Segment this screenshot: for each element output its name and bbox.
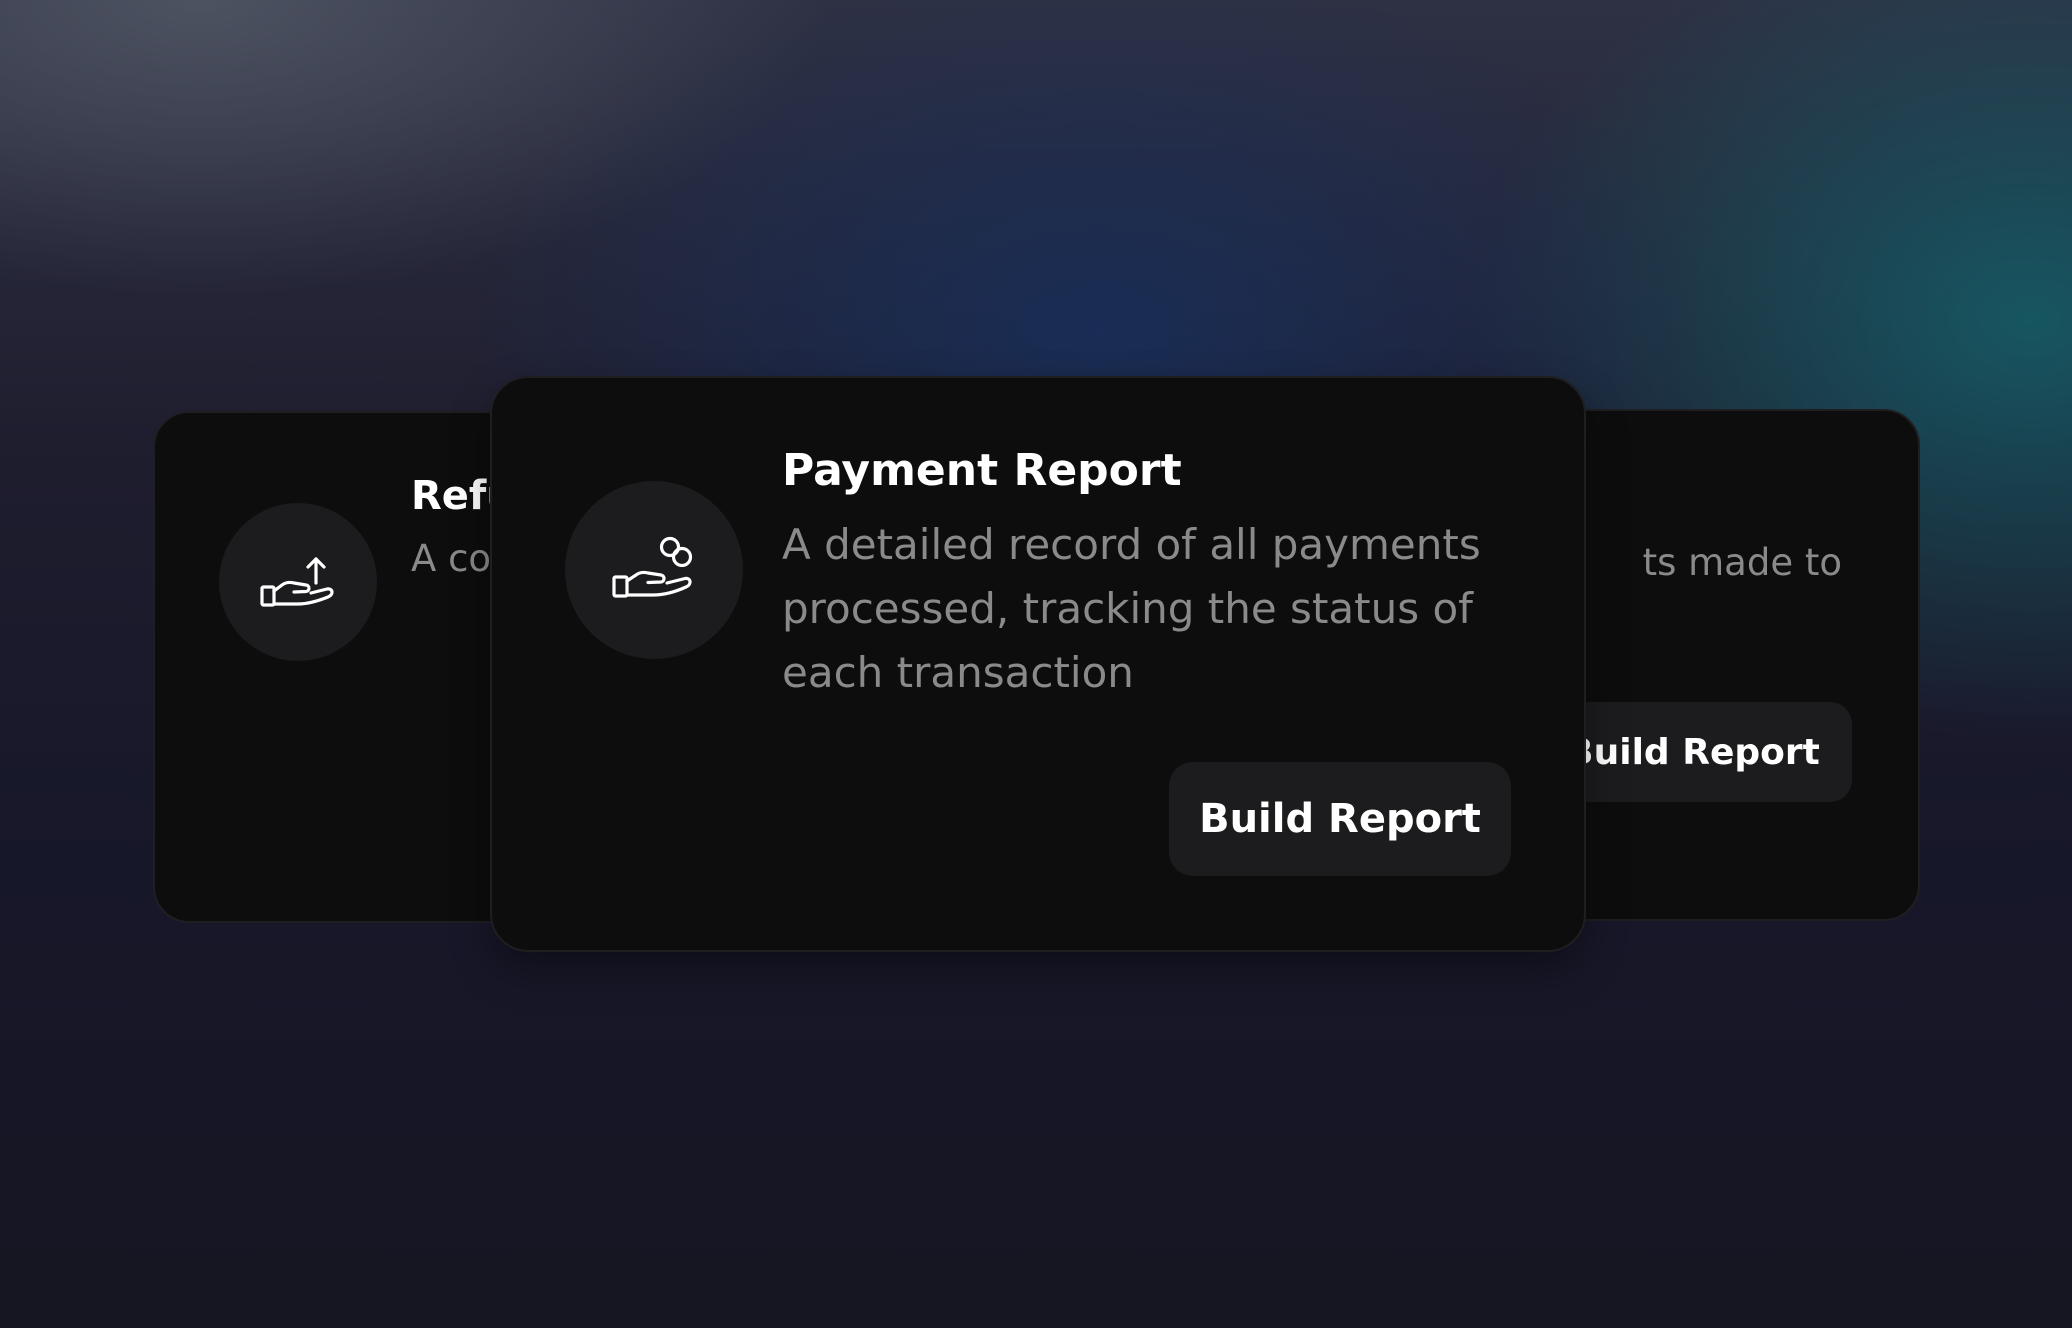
hand-arrow-up-icon [260, 557, 334, 607]
payment-report-title: Payment Report [782, 445, 1182, 496]
build-report-button[interactable]: Build Report [1169, 762, 1511, 876]
payment-report-card: Payment Report A detailed record of all … [490, 376, 1586, 952]
payment-icon-badge [565, 481, 743, 659]
payment-report-description: A detailed record of all payments proces… [782, 520, 1481, 697]
hand-coins-icon [612, 536, 693, 598]
refund-icon-badge [219, 503, 377, 661]
